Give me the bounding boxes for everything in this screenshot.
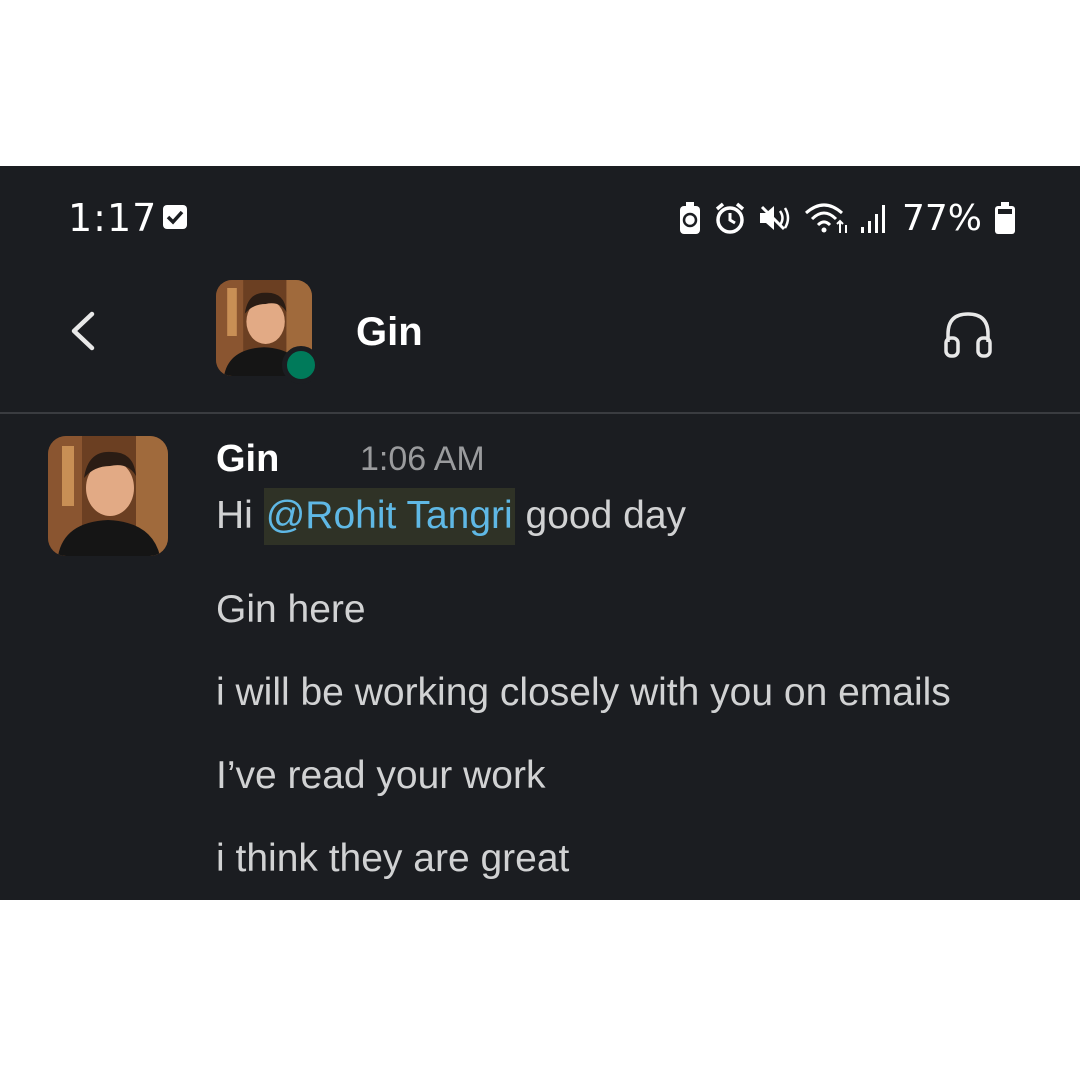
message-line: i think they are great bbox=[216, 837, 570, 880]
wifi-icon bbox=[804, 201, 848, 235]
message-timestamp: 1:06 AM bbox=[360, 440, 485, 478]
headphones-icon bbox=[944, 312, 992, 358]
chevron-left-icon bbox=[71, 311, 95, 351]
huddle-button[interactable] bbox=[940, 306, 996, 362]
checkbox-notification-icon bbox=[162, 204, 188, 230]
message-line: I’ve read your work bbox=[216, 754, 546, 797]
message-author[interactable]: Gin bbox=[216, 438, 279, 481]
presence-indicator bbox=[282, 346, 320, 384]
message-line-1: Hi @Rohit Tangri good day bbox=[216, 488, 687, 545]
slack-dm-screen: 1:17 77% Gin Gin 1:06 AM Hi @Rohit Tangr… bbox=[0, 166, 1080, 900]
battery-saver-icon bbox=[678, 201, 702, 235]
conversation-header: Gin bbox=[0, 266, 1080, 414]
user-mention[interactable]: @Rohit Tangri bbox=[263, 488, 515, 545]
status-icons: 77% bbox=[678, 196, 1016, 240]
message-line: i will be working closely with you on em… bbox=[216, 671, 951, 714]
signal-icon bbox=[860, 201, 890, 235]
message-line: Gin here bbox=[216, 588, 366, 631]
battery-percent: 77% bbox=[901, 197, 982, 239]
alarm-icon bbox=[714, 201, 746, 235]
greeting-suffix: good day bbox=[525, 494, 687, 537]
status-bar: 1:17 77% bbox=[0, 166, 1080, 266]
back-button[interactable] bbox=[58, 306, 108, 356]
greeting-text: Hi bbox=[216, 494, 253, 537]
message-avatar[interactable] bbox=[48, 436, 168, 556]
mute-icon bbox=[758, 203, 792, 233]
battery-icon bbox=[994, 201, 1016, 235]
message-item[interactable]: Gin 1:06 AM Hi @Rohit Tangri good day Gi… bbox=[0, 416, 1080, 900]
conversation-title[interactable]: Gin bbox=[356, 310, 423, 355]
status-time: 1:17 bbox=[68, 196, 158, 240]
